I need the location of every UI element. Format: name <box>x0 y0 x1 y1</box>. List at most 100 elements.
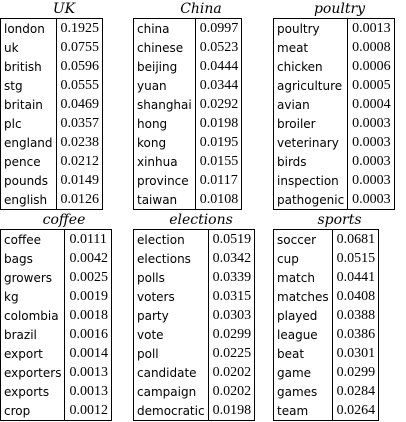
table-row: meat 0.0008 <box>273 38 395 57</box>
word-probability: 0.0006 <box>352 58 391 74</box>
topic-title: sports <box>317 212 362 228</box>
word-probability: 0.0299 <box>336 364 376 380</box>
word-probability: 0.0755 <box>60 39 100 55</box>
table-row: game 0.0299 <box>273 363 379 382</box>
word-probability: 0.0342 <box>212 250 252 266</box>
table-row: cup 0.0515 <box>273 249 379 268</box>
word-probability: 0.0515 <box>336 250 376 266</box>
topic-word: team <box>273 401 333 421</box>
topic-word-table: election 0.0519 elections 0.0342 polls 0.0339… <box>133 229 256 421</box>
topic-word: london <box>0 18 57 38</box>
table-row: bags 0.0042 <box>0 249 112 268</box>
topic-word-table: soccer 0.0681 cup 0.0515 match 0.0441 matches 0… <box>273 229 380 421</box>
word-probability: 0.0386 <box>336 326 376 342</box>
table-row: games 0.0284 <box>273 382 379 401</box>
topic-word: meat <box>273 38 349 57</box>
table-row: hong 0.0198 <box>133 114 242 133</box>
word-probability: 0.0016 <box>69 326 108 342</box>
word-probability: 0.0013 <box>69 383 108 399</box>
topic-word: growers <box>0 268 66 287</box>
topic-word: game <box>273 363 333 382</box>
word-probability: 0.0292 <box>199 96 239 112</box>
table-row: pence 0.0212 <box>0 152 103 171</box>
topic-word: candidate <box>133 363 209 382</box>
table-row: colombia 0.0018 <box>0 306 112 325</box>
table-row: britain 0.0469 <box>0 95 103 114</box>
table-row: broiler 0.0003 <box>273 114 395 133</box>
topic-word: export <box>0 344 66 363</box>
topic-word: england <box>0 133 57 152</box>
topic-word: campaign <box>133 382 209 401</box>
topic-word: match <box>273 268 333 287</box>
topic-word: china <box>133 18 196 38</box>
word-probability: 0.0012 <box>69 402 108 418</box>
table-row: plc 0.0357 <box>0 114 103 133</box>
topic-title: elections <box>169 212 233 228</box>
table-row: stg 0.0555 <box>0 76 103 95</box>
word-probability: 0.0018 <box>69 307 108 323</box>
table-row: veterinary 0.0003 <box>273 133 395 152</box>
topic-word: games <box>273 382 333 401</box>
word-probability: 0.0004 <box>352 96 391 112</box>
word-probability: 0.0238 <box>60 134 100 150</box>
table-row: voters 0.0315 <box>133 287 255 306</box>
word-probability: 0.0202 <box>212 364 252 380</box>
table-row: played 0.0388 <box>273 306 379 325</box>
word-probability: 0.0126 <box>60 191 100 207</box>
topic-panel-uk: UK london 0.1925 uk 0.0755 british 0.0596 stg 0… <box>0 0 128 210</box>
topic-word: democratic <box>133 401 209 421</box>
topic-panel-sports: sports soccer 0.0681 cup 0.0515 match 0.0441 m… <box>273 211 406 422</box>
word-probability: 0.0108 <box>199 191 239 207</box>
word-probability: 0.0441 <box>336 269 376 285</box>
topic-word: coffee <box>0 229 66 249</box>
word-probability: 0.0408 <box>336 288 376 304</box>
topic-title: UK <box>52 1 76 17</box>
table-row: export 0.0014 <box>0 344 112 363</box>
table-row: poll 0.0225 <box>133 344 255 363</box>
topic-word: soccer <box>273 229 333 249</box>
table-row: kong 0.0195 <box>133 133 242 152</box>
table-row: shanghai 0.0292 <box>133 95 242 114</box>
topic-word-table: london 0.1925 uk 0.0755 british 0.0596 stg 0.05… <box>0 18 104 210</box>
topic-word: elections <box>133 249 209 268</box>
table-row: soccer 0.0681 <box>273 229 379 249</box>
topic-word: election <box>133 229 209 249</box>
table-row: polls 0.0339 <box>133 268 255 287</box>
topic-word: agriculture <box>273 76 349 95</box>
table-row: matches 0.0408 <box>273 287 379 306</box>
word-probability: 0.0225 <box>212 345 252 361</box>
table-row: elections 0.0342 <box>133 249 255 268</box>
word-probability: 0.0555 <box>60 77 100 93</box>
topic-word: province <box>133 171 196 190</box>
word-probability: 0.0997 <box>199 20 239 36</box>
topic-word: brazil <box>0 325 66 344</box>
topic-panel-china: China china 0.0997 chinese 0.0523 beijing 0.0… <box>133 0 269 210</box>
topic-word: league <box>273 325 333 344</box>
topic-word: stg <box>0 76 57 95</box>
word-probability: 0.0596 <box>60 58 100 74</box>
topic-word: crop <box>0 401 66 421</box>
word-probability: 0.0264 <box>336 402 376 418</box>
topic-word: kong <box>133 133 196 152</box>
word-probability: 0.0025 <box>69 269 108 285</box>
topic-word: avian <box>273 95 349 114</box>
word-probability: 0.0444 <box>199 58 239 74</box>
word-probability: 0.0523 <box>199 39 239 55</box>
table-row: growers 0.0025 <box>0 268 112 287</box>
word-probability: 0.0469 <box>60 96 100 112</box>
table-row: democratic 0.0198 <box>133 401 255 421</box>
topic-word: cup <box>273 249 333 268</box>
table-row: china 0.0997 <box>133 18 242 38</box>
table-row: team 0.0264 <box>273 401 379 421</box>
topic-word-table: china 0.0997 chinese 0.0523 beijing 0.0444 yua… <box>133 18 243 210</box>
topic-word: voters <box>133 287 209 306</box>
table-row: beat 0.0301 <box>273 344 379 363</box>
topic-word: polls <box>133 268 209 287</box>
topic-word: british <box>0 57 57 76</box>
word-probability: 0.0212 <box>60 153 100 169</box>
table-row: english 0.0126 <box>0 190 103 210</box>
word-probability: 0.0003 <box>352 172 391 188</box>
word-probability: 0.0315 <box>212 288 252 304</box>
table-row: beijing 0.0444 <box>133 57 242 76</box>
word-probability: 0.0198 <box>212 402 252 418</box>
